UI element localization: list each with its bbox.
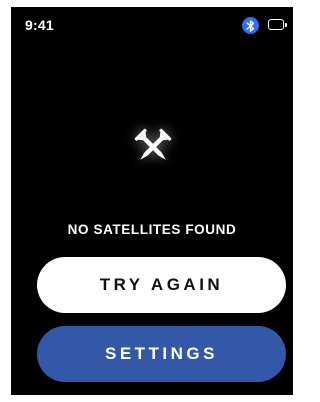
status-time: 9:41	[25, 17, 54, 33]
settings-button[interactable]: SETTINGS	[37, 326, 286, 382]
bluetooth-icon	[242, 17, 259, 34]
crossed-nails-icon	[134, 128, 172, 160]
status-message: NO SATELLITES FOUND	[67, 222, 237, 237]
settings-label: SETTINGS	[104, 344, 218, 363]
try-again-button[interactable]: TRY AGAIN	[37, 257, 286, 313]
try-again-label: TRY AGAIN	[99, 275, 224, 294]
screen: 9:41 NO SATELLITES FOUND TRY AGAIN SETTI…	[11, 7, 293, 395]
status-bar: 9:41	[11, 7, 293, 45]
battery-icon	[268, 19, 288, 32]
